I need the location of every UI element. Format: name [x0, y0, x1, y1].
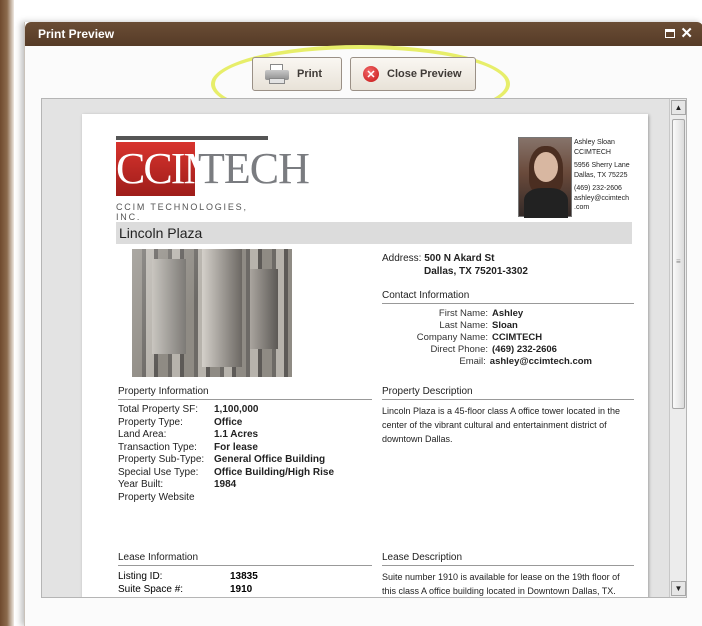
address-label: Address: — [382, 253, 422, 264]
info-label: Property Sub-Type: — [118, 454, 205, 465]
close-icon[interactable]: ✕ — [680, 26, 693, 41]
info-label: Land Area: — [118, 429, 167, 440]
contact-value: (469) 232-2606 — [492, 344, 557, 355]
logo-tech-text: TECH — [198, 144, 310, 193]
agent-photo — [518, 137, 572, 218]
maximize-icon[interactable] — [665, 29, 676, 38]
property-info-heading: Property Information — [118, 386, 372, 400]
property-address: Address: 500 N Akard St Dallas, TX 75201… — [382, 252, 528, 278]
info-label: Special Use Type: — [118, 466, 199, 478]
vertical-scrollbar[interactable]: ▲ ≡ ▼ — [669, 99, 686, 597]
print-button[interactable]: Print — [252, 57, 342, 91]
info-value: For lease — [214, 441, 258, 453]
lease-label: Listing ID: — [118, 571, 163, 582]
lease-value: 1910 — [230, 584, 253, 595]
lease-description-heading: Lease Description — [382, 552, 634, 566]
info-value: 1.1 Acres — [214, 429, 259, 440]
property-title: Lincoln Plaza — [116, 222, 632, 244]
info-value: Office — [214, 416, 243, 428]
property-description: Lincoln Plaza is a 45-floor class A offi… — [382, 406, 620, 444]
contact-value: Ashley — [492, 308, 524, 319]
info-label: Property Type: — [118, 416, 183, 428]
company-logo: CCIM TECH CCIM TECHNOLOGIES, INC. — [116, 136, 310, 222]
print-button-label: Print — [297, 68, 323, 80]
background-strip — [0, 0, 14, 626]
agent-email-1: ashley@ccimtech — [574, 194, 629, 202]
close-preview-label: Close Preview — [387, 68, 462, 80]
dialog-title: Print Preview — [38, 27, 115, 41]
agent-street: 5956 Sherry Lane — [574, 162, 630, 169]
scroll-up-icon[interactable]: ▲ — [671, 100, 686, 115]
preview-viewport: CCIM TECH CCIM TECHNOLOGIES, INC. Ashley… — [41, 98, 687, 598]
contact-label: Email: — [459, 356, 486, 367]
info-label: Total Property SF: — [118, 404, 199, 415]
info-label: Year Built: — [118, 479, 164, 490]
dialog-titlebar: Print Preview ✕ — [25, 22, 702, 46]
property-info: Total Property SF: 1,100,000 Property Typ… — [118, 404, 348, 504]
address-line1: 500 N Akard St — [424, 253, 495, 264]
info-label: Transaction Type: — [118, 441, 197, 453]
contact-label: First Name: — [438, 308, 488, 319]
property-description-heading: Property Description — [382, 386, 634, 400]
logo-ccim-text: CCIM — [116, 142, 222, 196]
scrollbar-thumb[interactable]: ≡ — [672, 119, 685, 409]
info-value: Office Building/High Rise — [214, 466, 335, 478]
contact-value: CCIMTECH — [492, 332, 543, 343]
close-preview-button[interactable]: ✕ Close Preview — [350, 57, 476, 91]
contact-label: Last Name: — [439, 320, 488, 331]
print-preview-dialog: Print Preview ✕ Print ✕ Close Preview CC… — [24, 22, 702, 626]
lease-label: Suite Space #: — [118, 584, 184, 595]
agent-card: Ashley Sloan CCIMTECH 5956 Sherry Lane D… — [574, 138, 644, 213]
contact-label: Company Name: — [416, 332, 488, 343]
agent-email-2: .com — [574, 204, 590, 211]
address-line2: Dallas, TX 75201-3302 — [424, 266, 528, 277]
logo-subtitle: CCIM TECHNOLOGIES, INC. — [116, 202, 248, 222]
agent-phone: (469) 232-2606 — [574, 185, 622, 192]
printer-icon — [265, 64, 289, 84]
preview-page: CCIM TECH CCIM TECHNOLOGIES, INC. Ashley… — [82, 114, 648, 597]
agent-company: CCIMTECH — [574, 148, 611, 156]
agent-city: Dallas, TX 75225 — [574, 171, 628, 179]
lease-info: Listing ID: 13835 Suite Space #: 1910 — [118, 570, 348, 596]
contact-heading: Contact Information — [382, 290, 634, 304]
agent-name: Ashley Sloan — [574, 139, 615, 146]
contact-value: ashley@ccimtech.com — [489, 356, 592, 367]
lease-value: 13835 — [230, 571, 258, 582]
contact-label: Direct Phone: — [430, 344, 488, 355]
scroll-down-icon[interactable]: ▼ — [671, 581, 686, 596]
lease-info-heading: Lease Information — [118, 552, 372, 566]
info-value: 1984 — [214, 479, 237, 490]
contact-info: First Name: Ashley Last Name: Sloan Compan… — [382, 308, 592, 368]
contact-value: Sloan — [492, 320, 518, 331]
lease-description: Suite number 1910 is available for lease… — [382, 572, 620, 596]
property-website-link[interactable]: Property Website — [118, 492, 195, 505]
close-circle-icon: ✕ — [363, 66, 379, 82]
info-value: 1,100,000 — [214, 404, 259, 415]
info-value: General Office Building — [214, 454, 326, 465]
property-photo — [132, 249, 292, 377]
